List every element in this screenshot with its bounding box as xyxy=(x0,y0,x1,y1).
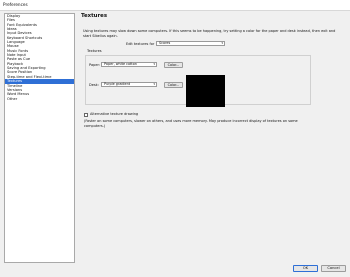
paper-value: Paper, white cotton xyxy=(104,62,137,66)
textures-panel: Textures Using textures may slow down so… xyxy=(81,13,346,263)
texture-preview xyxy=(186,75,225,107)
desk-label: Desk: xyxy=(89,83,99,87)
chevron-down-icon: ▾ xyxy=(221,41,223,45)
sidebar-item[interactable]: Other xyxy=(5,97,74,101)
alternative-texture-checkbox[interactable] xyxy=(84,113,88,117)
cancel-button[interactable]: Cancel xyxy=(321,265,346,272)
edit-textures-value: Scores xyxy=(159,41,171,45)
window-title: Preferences xyxy=(3,2,28,7)
chevron-down-icon: ▾ xyxy=(153,62,155,66)
paper-dropdown[interactable]: Paper, white cotton ▾ xyxy=(101,62,157,67)
intro-text: Using textures may slow down some comput… xyxy=(83,29,336,38)
desk-value: Purple gradient xyxy=(104,82,131,86)
paper-label: Paper: xyxy=(89,63,101,67)
paper-color-button[interactable]: Color... xyxy=(164,62,183,68)
chevron-down-icon: ▾ xyxy=(153,82,155,86)
alternative-texture-label: Alternative texture drawing xyxy=(90,112,139,116)
desk-color-button[interactable]: Color... xyxy=(164,82,183,88)
desk-dropdown[interactable]: Purple gradient ▾ xyxy=(101,82,157,87)
ok-button[interactable]: OK xyxy=(293,265,318,272)
alternative-texture-note: (Faster on some computers, slower on oth… xyxy=(84,119,298,128)
category-list[interactable]: Display Files Font Equivalents Ideas Input D… xyxy=(4,13,75,263)
edit-textures-dropdown[interactable]: Scores ▾ xyxy=(156,41,225,46)
textures-group-label: Textures xyxy=(87,49,102,53)
page-title: Textures xyxy=(81,13,108,19)
edit-textures-label: Edit textures for xyxy=(126,42,155,46)
window-titlebar: Preferences xyxy=(0,0,350,11)
